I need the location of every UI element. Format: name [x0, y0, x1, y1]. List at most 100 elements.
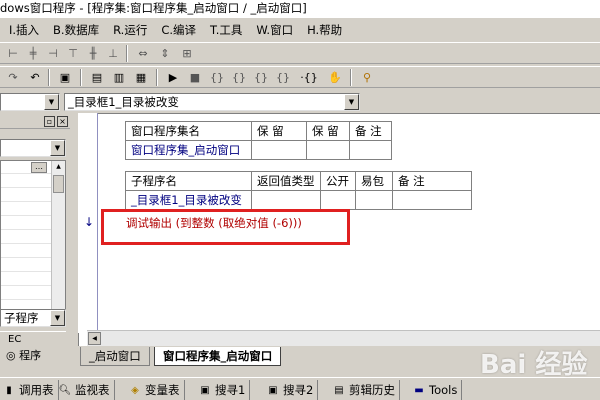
run-icon[interactable]: ▶ [164, 69, 182, 85]
list-item[interactable] [1, 273, 51, 286]
program-tab-icon: ◎ [6, 349, 16, 362]
sub-header-name: 子程序名 [125, 171, 252, 191]
tab-search-2-label: 搜寻2 [283, 383, 314, 397]
align-toolbar: ⊢ ╪ ⊣ ⊤ ╫ ⊥ ⇔ ⇕ ⊞ [0, 42, 600, 64]
tab-search-1[interactable]: ▣ 搜寻1 [198, 380, 251, 400]
assembly-cell[interactable] [306, 140, 350, 160]
same-size-icon[interactable]: ⊞ [178, 45, 196, 61]
redo-icon[interactable]: ↷ [4, 69, 22, 85]
sub-cell[interactable] [251, 190, 321, 210]
tab-search-2[interactable]: ▣ 搜寻2 [266, 380, 319, 400]
find-icon[interactable]: ▣ [56, 69, 74, 85]
sub-table: 子程序名 返回值类型 公开 易包 备 注 _目录框1_目录被改变 [125, 171, 472, 210]
scroll-up-icon[interactable]: ▲ [53, 163, 64, 173]
list-item[interactable] [1, 175, 51, 188]
sub-header-package: 易包 [355, 171, 393, 191]
tab-variables[interactable]: ◈ 变量表 [128, 380, 185, 400]
scroll-thumb[interactable] [53, 175, 64, 193]
window-layout-2-icon[interactable]: ▥ [110, 69, 128, 85]
align-middle-icon[interactable]: ╫ [84, 45, 102, 61]
list-item[interactable] [1, 203, 51, 216]
breakpoint-icon[interactable]: ·{} [300, 69, 318, 85]
list-item[interactable] [1, 217, 51, 230]
list-item[interactable] [1, 259, 51, 272]
menu-bar: I.插入 B.数据库 R.运行 C.编译 T.工具 W.窗口 H.帮助 [0, 20, 600, 40]
list-item[interactable] [1, 231, 51, 244]
program-tab-label: 程序 [19, 349, 42, 362]
tab-assembly[interactable]: 窗口程序集_启动窗口 [154, 347, 282, 366]
panel-header: ▫ × [0, 115, 70, 129]
tab-assembly-label: 窗口程序集_启动窗口 [163, 349, 273, 363]
sub-cell[interactable] [320, 190, 356, 210]
step-out-icon[interactable]: {} [252, 69, 270, 85]
panel-tab-program[interactable]: ◎ 程序 [0, 348, 66, 364]
undo-icon[interactable]: ↶ [26, 69, 44, 85]
step-into-icon[interactable]: {} [208, 69, 226, 85]
run-to-cursor-icon[interactable]: {} [274, 69, 292, 85]
sub-cell[interactable] [392, 190, 472, 210]
menu-compile[interactable]: C.编译 [154, 21, 203, 39]
align-top-icon[interactable]: ⊤ [64, 45, 82, 61]
assembly-table: 窗口程序集名 保 留 保 留 备 注 窗口程序集_启动窗口 [125, 121, 392, 160]
panel-combo[interactable]: ▼ [0, 139, 66, 157]
tab-call-table[interactable]: ▮ 调用表 [2, 380, 59, 400]
scrollbar[interactable]: ▲ [51, 161, 65, 309]
tab-start-window-label: _启动窗口 [89, 349, 141, 363]
sub-header-comment: 备 注 [392, 171, 472, 191]
ellipsis-button[interactable]: … [31, 162, 47, 173]
assembly-cell[interactable] [251, 140, 307, 160]
tab-variables-label: 变量表 [145, 383, 180, 397]
window-layout-1-icon[interactable]: ▤ [88, 69, 106, 85]
tab-start-window[interactable]: _启动窗口 [80, 347, 150, 366]
hand-icon[interactable]: ✋ [326, 69, 344, 85]
program-combo[interactable]: 子程序 ▼ [0, 309, 66, 327]
menu-insert[interactable]: I.插入 [2, 21, 46, 39]
window-layout-3-icon[interactable]: ▦ [132, 69, 150, 85]
menu-help[interactable]: H.帮助 [300, 21, 349, 39]
flow-arrow-icon: ↓ [84, 215, 95, 229]
align-center-icon[interactable]: ╪ [24, 45, 42, 61]
scroll-left-icon[interactable]: ◀ [88, 332, 101, 345]
menu-run[interactable]: R.运行 [106, 21, 154, 39]
sub-header-return: 返回值类型 [251, 171, 321, 191]
list-item[interactable] [1, 287, 51, 300]
step-over-icon[interactable]: {} [230, 69, 248, 85]
menu-tools[interactable]: T.工具 [203, 21, 249, 39]
align-left-icon[interactable]: ⊢ [4, 45, 22, 61]
tab-clip-history[interactable]: ▤ 剪辑历史 [332, 380, 400, 400]
binoculars-icon[interactable]: ⚲ [358, 69, 376, 85]
search-1-icon: ▣ [200, 384, 210, 396]
chevron-down-icon[interactable]: ▼ [344, 94, 359, 110]
align-right-icon[interactable]: ⊣ [44, 45, 62, 61]
assembly-name-cell[interactable]: 窗口程序集_启动窗口 [125, 140, 252, 160]
tab-watch[interactable]: 🔍︎ 监视表 [58, 380, 115, 400]
panel-tab-ec[interactable]: EC [0, 331, 66, 347]
menu-database[interactable]: B.数据库 [46, 21, 106, 39]
tab-search-1-label: 搜寻1 [215, 383, 246, 397]
chevron-down-icon[interactable]: ▼ [50, 140, 65, 156]
program-label: 子程序 [4, 311, 39, 325]
tools-icon: ▬ [414, 384, 424, 396]
toolbar-separator [126, 45, 128, 62]
assembly-header-reserve1: 保 留 [251, 121, 307, 141]
property-list[interactable]: … ▲ [0, 160, 66, 310]
list-item[interactable] [1, 189, 51, 202]
close-icon[interactable]: × [57, 116, 68, 127]
list-item[interactable] [1, 245, 51, 258]
tab-tools[interactable]: ▬ Tools [412, 380, 463, 400]
menu-window[interactable]: W.窗口 [249, 21, 300, 39]
stop-icon[interactable]: ■ [186, 69, 204, 85]
same-height-icon[interactable]: ⇕ [156, 45, 174, 61]
event-combo[interactable]: _目录框1_目录被改变 ▼ [64, 93, 360, 111]
chevron-down-icon[interactable]: ▼ [50, 310, 65, 326]
object-combo[interactable]: ▼ [0, 93, 60, 111]
sub-name-cell[interactable]: _目录框1_目录被改变 [125, 190, 252, 210]
sub-cell[interactable] [355, 190, 393, 210]
variable-icon: ◈ [131, 384, 139, 396]
restore-icon[interactable]: ▫ [44, 116, 55, 127]
assembly-cell[interactable] [349, 140, 392, 160]
tab-clip-history-label: 剪辑历史 [349, 383, 395, 397]
align-bottom-icon[interactable]: ⊥ [104, 45, 122, 61]
chevron-down-icon[interactable]: ▼ [44, 94, 59, 110]
same-width-icon[interactable]: ⇔ [134, 45, 152, 61]
